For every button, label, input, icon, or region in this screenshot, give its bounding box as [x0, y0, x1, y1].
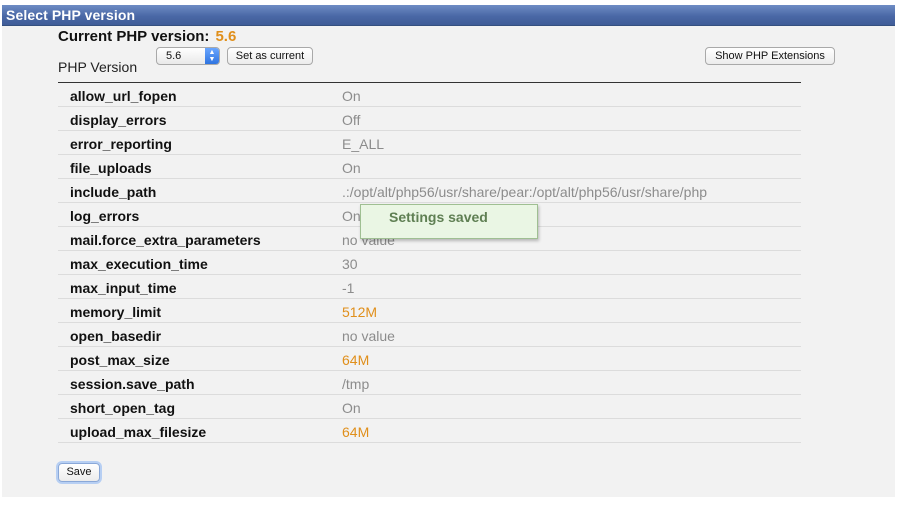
option-value[interactable]: .:/opt/alt/php56/usr/share/pear:/opt/alt…	[342, 184, 707, 200]
option-row-max-execution-time: max_execution_time 30	[58, 251, 801, 275]
option-row-error-reporting: error_reporting E_ALL	[58, 131, 801, 155]
option-row-short-open-tag: short_open_tag On	[58, 395, 801, 419]
up-down-chevron-icon: ▲ ▼	[205, 48, 219, 64]
option-value[interactable]: 30	[342, 256, 358, 272]
option-name: file_uploads	[70, 160, 152, 176]
panel-title: Select PHP version	[6, 7, 136, 23]
php-version-label: PHP Version	[58, 59, 138, 75]
save-button[interactable]: Save	[58, 463, 100, 482]
show-php-extensions-button[interactable]: Show PHP Extensions	[705, 47, 835, 65]
option-value[interactable]: On	[342, 208, 361, 224]
option-row-include-path: include_path .:/opt/alt/php56/usr/share/p…	[58, 179, 801, 203]
option-row-display-errors: display_errors Off	[58, 107, 801, 131]
title-bar: Select PHP version	[2, 5, 895, 26]
option-value[interactable]: 64M	[342, 424, 369, 440]
php-options-table: allow_url_fopen On display_errors Off error_…	[58, 82, 801, 443]
option-row-session-save-path: session.save_path/tmp	[58, 371, 801, 395]
current-php-version-label: Current PHP version:	[58, 28, 210, 45]
toast-message: Settings saved	[389, 209, 488, 225]
option-value[interactable]: E_ALL	[342, 136, 384, 152]
option-name: max_input_time	[70, 280, 177, 296]
option-value[interactable]: Off	[342, 112, 360, 128]
option-value[interactable]: no value	[342, 328, 395, 344]
option-name: max_execution_time	[70, 256, 208, 272]
option-name: allow_url_fopen	[70, 88, 177, 104]
php-version-selected: 5.6	[166, 50, 182, 62]
option-row-upload-max-filesize: upload_max_filesize 64M	[58, 419, 801, 443]
option-name: short_open_tag	[70, 400, 176, 416]
current-php-version-value: 5.6	[215, 28, 237, 45]
php-version-select[interactable]: 5.6 ▲ ▼	[156, 47, 220, 65]
option-name: include_path	[70, 184, 157, 200]
option-value[interactable]: 512M	[342, 304, 377, 320]
option-value[interactable]: 64M	[342, 352, 369, 368]
option-row-file-uploads: file_uploads On	[58, 155, 801, 179]
option-row-allow-url-fopen: allow_url_fopen On	[58, 83, 801, 107]
option-row-post-max-size: post_max_size 64M	[58, 347, 801, 371]
option-name: memory_limit	[70, 304, 162, 320]
option-value[interactable]: /tmp	[342, 376, 369, 392]
option-name: upload_max_filesize	[70, 424, 207, 440]
option-name: post_max_size	[70, 352, 170, 368]
option-row-max-input-time: max_input_time -1	[58, 275, 801, 299]
option-name: log_errors	[70, 208, 140, 224]
option-name: open_basedir	[70, 328, 162, 344]
option-row-memory-limit: memory_limit 512M	[58, 299, 801, 323]
set-as-current-button[interactable]: Set as current	[227, 47, 313, 65]
option-name: error_reporting	[70, 136, 172, 152]
option-value[interactable]: On	[342, 160, 361, 176]
option-value[interactable]: On	[342, 88, 361, 104]
current-php-version: Current PHP version: 5.6	[58, 28, 236, 45]
option-value[interactable]: On	[342, 400, 361, 416]
option-name: session.save_path	[70, 376, 195, 392]
option-name: mail.force_extra_parameters	[70, 232, 261, 248]
settings-saved-toast: Settings saved	[360, 204, 538, 239]
option-value[interactable]: -1	[342, 280, 354, 296]
option-row-open-basedir: open_basedir no value	[58, 323, 801, 347]
option-name: display_errors	[70, 112, 167, 128]
